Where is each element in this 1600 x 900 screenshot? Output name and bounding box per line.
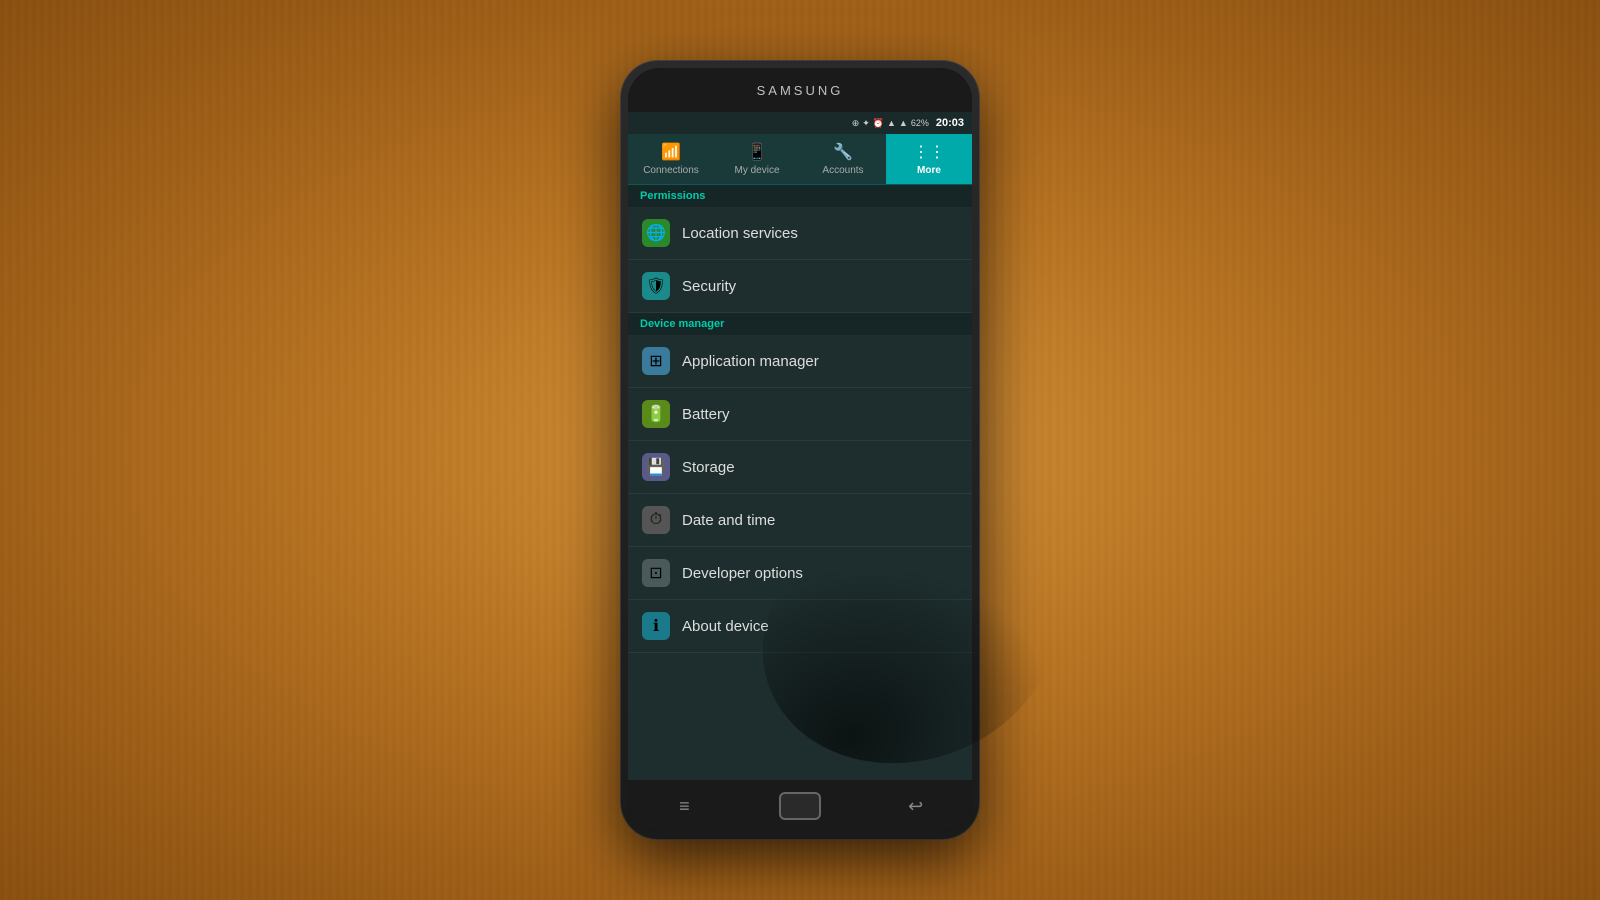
security-item[interactable]: 🛡 Security: [628, 260, 972, 313]
date-time-item[interactable]: ⏱ Date and time: [628, 494, 972, 547]
menu-button[interactable]: ≡: [666, 788, 702, 824]
accounts-icon: 🔧: [833, 142, 853, 162]
bottom-bezel: ≡ ↩: [628, 780, 972, 832]
storage-label: Storage: [682, 459, 735, 476]
signal-icon: ▲: [887, 118, 896, 128]
about-device-label: About device: [682, 618, 769, 635]
location-services-label: Location services: [682, 225, 798, 242]
menu-icon: ≡: [679, 796, 690, 817]
wifi-icon: ▲: [899, 118, 908, 128]
battery-label: Battery: [682, 406, 730, 423]
clock: 20:03: [936, 117, 964, 129]
security-label: Security: [682, 278, 736, 295]
battery-icon: 🔋: [642, 400, 670, 428]
home-button[interactable]: [779, 792, 821, 820]
samsung-logo: SAMSUNG: [757, 83, 844, 98]
settings-list: Permissions 🌐 Location services 🛡 Securi…: [628, 185, 972, 780]
device-manager-header: Device manager: [628, 313, 972, 335]
alarm-icon: ⏰: [873, 118, 884, 129]
developer-icon: ⊡: [642, 559, 670, 587]
location-icon: 🌐: [642, 219, 670, 247]
about-icon: ℹ: [642, 612, 670, 640]
tab-more[interactable]: ⋮⋮ More: [886, 134, 972, 184]
location-services-item[interactable]: 🌐 Location services: [628, 207, 972, 260]
phone-device: SAMSUNG ⊕ ✦ ⏰ ▲ ▲ 62% 20:03 📶: [620, 60, 980, 840]
app-manager-label: Application manager: [682, 353, 819, 370]
tab-my-device-label: My device: [734, 165, 779, 176]
my-device-icon: 📱: [747, 142, 767, 162]
tab-bar: 📶 Connections 📱 My device 🔧 Accounts ⋮⋮ …: [628, 134, 972, 185]
developer-options-label: Developer options: [682, 565, 803, 582]
more-icon: ⋮⋮: [913, 142, 945, 162]
status-bar: ⊕ ✦ ⏰ ▲ ▲ 62% 20:03: [628, 112, 972, 134]
app-manager-icon: ⊞: [642, 347, 670, 375]
developer-options-item[interactable]: ⊡ Developer options: [628, 547, 972, 600]
screen: ⊕ ✦ ⏰ ▲ ▲ 62% 20:03 📶 Connections 📱 My d: [628, 112, 972, 780]
sync-icon: ⊕: [852, 118, 860, 129]
top-bezel: SAMSUNG: [628, 68, 972, 112]
status-icons: ⊕ ✦ ⏰ ▲ ▲ 62% 20:03: [852, 117, 964, 129]
storage-icon: 💾: [642, 453, 670, 481]
security-icon: 🛡: [642, 272, 670, 300]
date-time-icon: ⏱: [642, 506, 670, 534]
battery-item[interactable]: 🔋 Battery: [628, 388, 972, 441]
tab-connections-label: Connections: [643, 165, 699, 176]
storage-item[interactable]: 💾 Storage: [628, 441, 972, 494]
about-device-item[interactable]: ℹ About device: [628, 600, 972, 653]
tab-accounts-label: Accounts: [822, 165, 863, 176]
date-time-label: Date and time: [682, 512, 775, 529]
back-button[interactable]: ↩: [898, 788, 934, 824]
tab-my-device[interactable]: 📱 My device: [714, 134, 800, 184]
battery-percent: 62%: [911, 118, 929, 128]
permissions-header: Permissions: [628, 185, 972, 207]
tab-accounts[interactable]: 🔧 Accounts: [800, 134, 886, 184]
bluetooth-icon: ✦: [862, 118, 870, 129]
back-icon: ↩: [908, 796, 923, 817]
tab-connections[interactable]: 📶 Connections: [628, 134, 714, 184]
application-manager-item[interactable]: ⊞ Application manager: [628, 335, 972, 388]
tab-more-label: More: [917, 165, 941, 176]
connections-icon: 📶: [661, 142, 681, 162]
